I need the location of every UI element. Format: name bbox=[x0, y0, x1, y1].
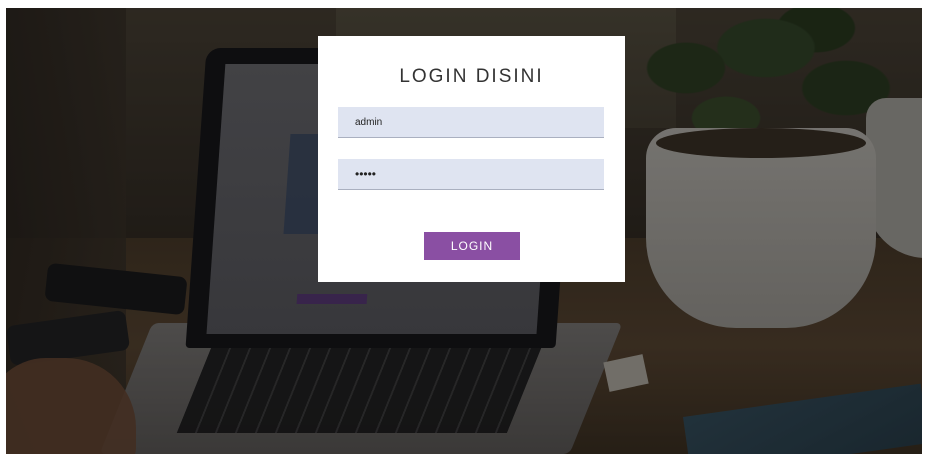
username-input[interactable] bbox=[338, 107, 604, 138]
login-title: LOGIN DISINI bbox=[399, 66, 544, 87]
login-card: LOGIN DISINI LOGIN bbox=[318, 36, 625, 282]
password-input[interactable] bbox=[338, 159, 604, 190]
login-page: LOGIN DISINI LOGIN bbox=[6, 8, 922, 454]
login-button[interactable]: LOGIN bbox=[424, 232, 520, 260]
